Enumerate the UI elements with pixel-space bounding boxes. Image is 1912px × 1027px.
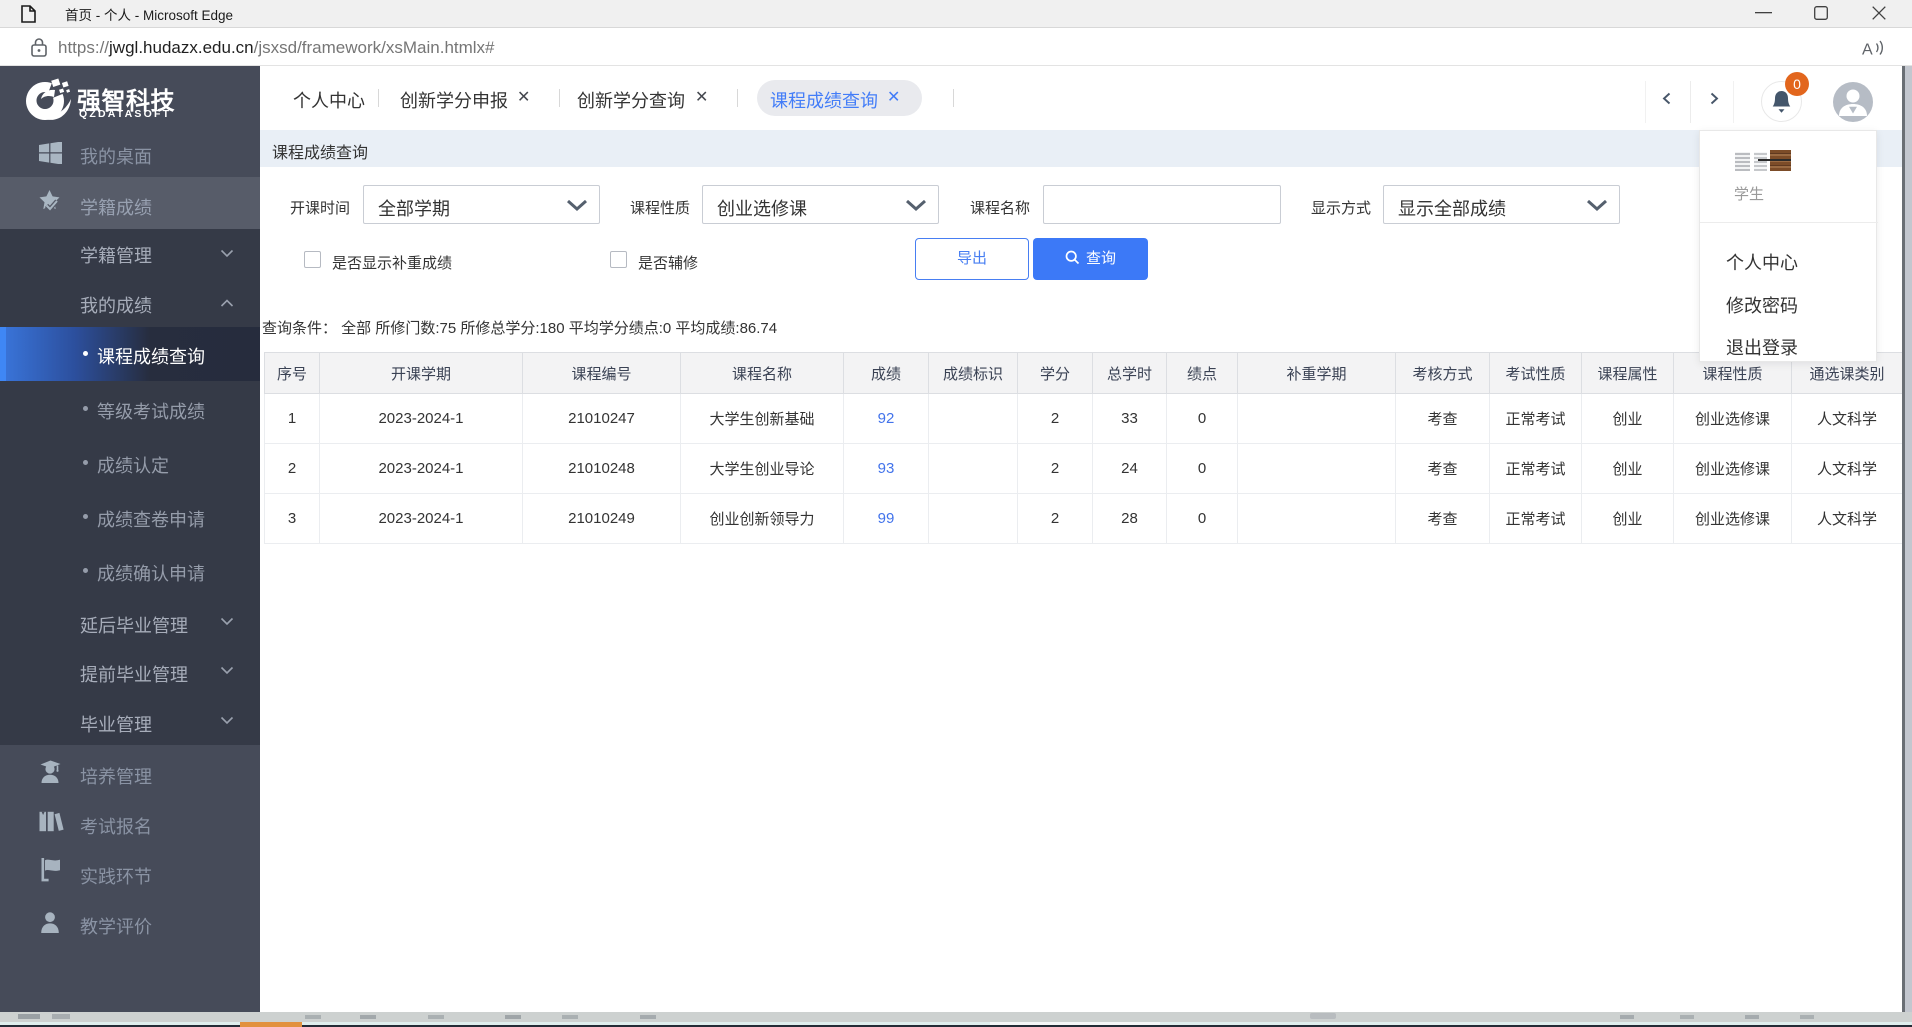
svg-text:A: A [1862, 42, 1873, 59]
